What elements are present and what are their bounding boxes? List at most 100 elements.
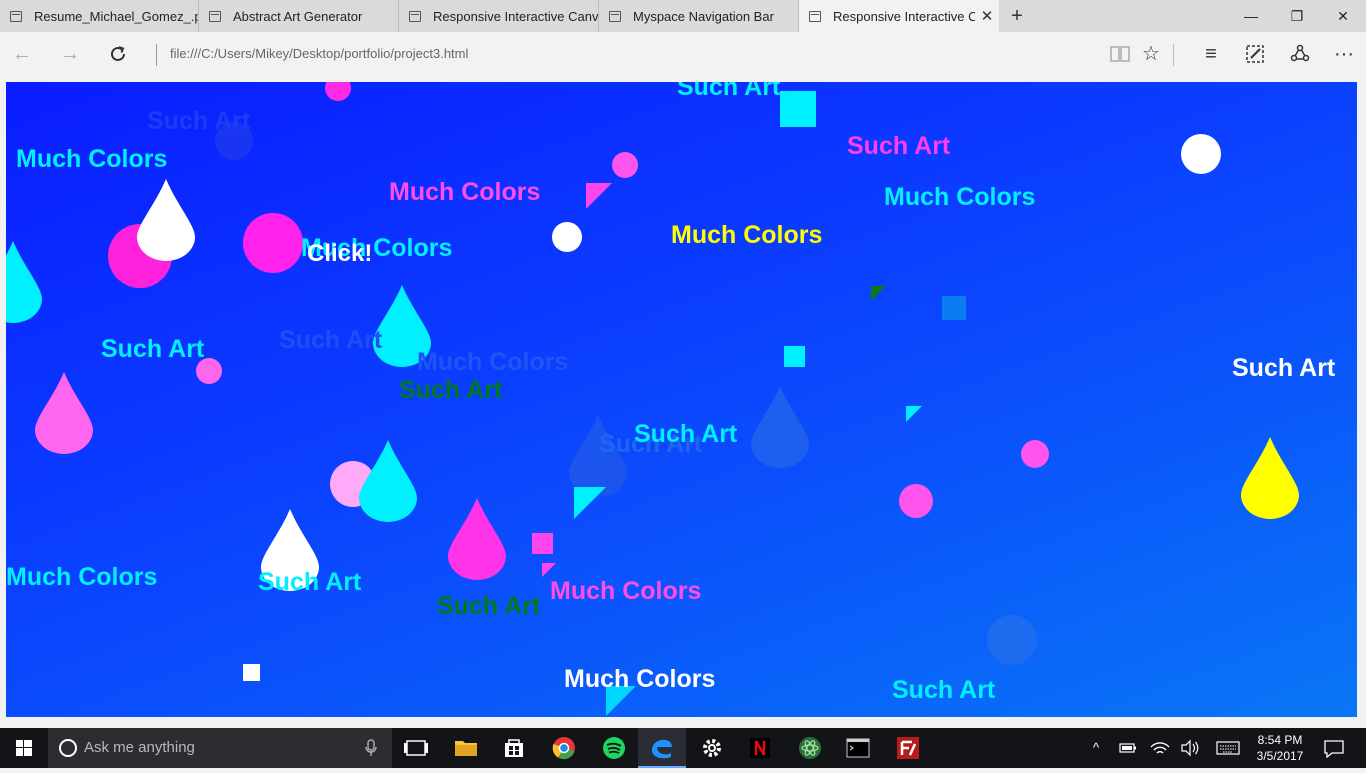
tab-myspace-nav[interactable]: Myspace Navigation Bar xyxy=(599,0,799,32)
task-view-icon[interactable] xyxy=(392,728,440,768)
circle-shape xyxy=(1021,440,1049,468)
microphone-icon[interactable] xyxy=(364,739,378,757)
triangle-shape xyxy=(574,487,606,519)
canvas-text: Such Art xyxy=(279,326,383,354)
edge-icon[interactable] xyxy=(638,728,686,768)
triangle-shape xyxy=(906,406,922,422)
show-hidden-icons-icon[interactable]: ^ xyxy=(1084,728,1108,768)
square-shape xyxy=(784,346,805,367)
start-button[interactable] xyxy=(0,728,48,768)
square-shape xyxy=(532,533,553,554)
tab-label: Responsive Interactive C xyxy=(833,8,975,24)
new-tab-button[interactable]: + xyxy=(1004,0,1030,32)
close-tab-icon[interactable]: ✕ xyxy=(975,7,999,25)
keyboard-icon[interactable] xyxy=(1212,728,1244,768)
favorite-star-icon[interactable]: ☆ xyxy=(1131,32,1171,76)
divider xyxy=(156,44,157,66)
canvas-text: Such Art xyxy=(399,376,503,404)
circle-shape xyxy=(899,484,933,518)
clock-date: 3/5/2017 xyxy=(1256,749,1304,763)
canvas-text: Such Art xyxy=(847,132,951,160)
search-placeholder: Ask me anything xyxy=(84,739,195,756)
share-icon[interactable] xyxy=(1280,32,1320,76)
file-explorer-icon[interactable] xyxy=(442,728,490,768)
more-options-icon[interactable]: ··· xyxy=(1324,32,1364,76)
clock[interactable]: 8:54 PM 3/5/2017 xyxy=(1248,732,1312,764)
filezilla-icon[interactable] xyxy=(884,728,932,768)
forward-icon[interactable]: → xyxy=(50,32,90,76)
canvas-text: Such Art xyxy=(634,420,738,448)
store-icon[interactable] xyxy=(490,728,538,768)
cortana-icon xyxy=(59,739,77,757)
settings-gear-icon[interactable] xyxy=(688,728,736,768)
clock-time: 8:54 PM xyxy=(1257,733,1303,747)
triangle-shape xyxy=(586,183,612,209)
square-shape xyxy=(942,296,966,320)
restore-button[interactable]: ❐ xyxy=(1274,0,1320,32)
chrome-icon[interactable] xyxy=(540,728,588,768)
canvas-text: Much Colors xyxy=(550,577,702,605)
click-label[interactable]: Click! xyxy=(307,242,372,266)
canvas-text: Such Art xyxy=(101,335,205,363)
art-canvas[interactable]: Such Art Such Art Much Colors Such Art M… xyxy=(6,82,1357,717)
canvas-text: Much Colors xyxy=(16,145,168,173)
triangle-shape xyxy=(542,563,556,577)
raindrop-shape xyxy=(448,498,506,580)
minimize-button[interactable]: — xyxy=(1228,0,1274,32)
raindrop-shape xyxy=(137,179,195,261)
canvas-text: Much Colors xyxy=(389,178,541,206)
close-window-button[interactable]: ✕ xyxy=(1320,0,1366,32)
tab-abstract-art[interactable]: Abstract Art Generator xyxy=(199,0,399,32)
canvas-text: Such Art xyxy=(892,676,996,704)
tab-label: Resume_Michael_Gomez_.p xyxy=(34,8,198,24)
battery-icon[interactable] xyxy=(1114,728,1142,768)
square-shape xyxy=(243,664,260,681)
page-icon xyxy=(209,10,221,22)
tab-resume[interactable]: Resume_Michael_Gomez_.p xyxy=(0,0,199,32)
circle-shape xyxy=(243,213,303,273)
canvas-text: Much Colors xyxy=(564,665,716,693)
search-box[interactable]: Ask me anything xyxy=(48,728,392,768)
circle-shape xyxy=(552,222,582,252)
tab-label: Abstract Art Generator xyxy=(233,8,363,24)
page-icon xyxy=(809,10,821,22)
canvas-text: Such Art xyxy=(258,568,362,596)
canvas-text: Much Colors xyxy=(671,221,823,249)
tab-responsive-canvas[interactable]: Responsive Interactive Canv xyxy=(399,0,599,32)
tab-strip: Resume_Michael_Gomez_.p Abstract Art Gen… xyxy=(0,0,1366,32)
raindrop-shape xyxy=(359,440,417,522)
circle-shape xyxy=(612,152,638,178)
canvas-text: Such Art xyxy=(147,107,251,135)
volume-icon[interactable] xyxy=(1176,728,1204,768)
tab-label: Responsive Interactive Canv xyxy=(433,8,598,24)
hub-icon[interactable]: ≡ xyxy=(1191,32,1231,76)
canvas-text: Much Colors xyxy=(6,563,158,591)
web-note-icon[interactable] xyxy=(1235,32,1275,76)
address-toolbar: ← → file:///C:/Users/Mikey/Desktop/portf… xyxy=(0,32,1366,76)
netflix-icon[interactable] xyxy=(736,728,784,768)
refresh-icon[interactable] xyxy=(98,32,138,76)
address-field[interactable]: file:///C:/Users/Mikey/Desktop/portfolio… xyxy=(170,32,468,76)
circle-shape xyxy=(987,615,1037,665)
raindrop-shape xyxy=(751,386,809,468)
raindrop-shape xyxy=(1241,437,1299,519)
page-icon xyxy=(409,10,421,22)
triangle-shape xyxy=(871,286,886,301)
canvas-text: Such Art xyxy=(677,82,781,101)
canvas-text: Such Art xyxy=(1232,354,1336,382)
canvas-text: Much Colors xyxy=(417,348,569,376)
spotify-icon[interactable] xyxy=(590,728,638,768)
raindrop-shape xyxy=(35,372,93,454)
taskbar: Ask me anything ^ 8:54 PM 3/5/2017 xyxy=(0,728,1366,768)
wifi-icon[interactable] xyxy=(1146,728,1174,768)
action-center-icon[interactable] xyxy=(1318,728,1350,768)
canvas-text: Much Colors xyxy=(884,183,1036,211)
page-icon xyxy=(609,10,621,22)
canvas-text: Such Art xyxy=(437,592,541,620)
back-icon[interactable]: ← xyxy=(2,32,42,76)
atom-editor-icon[interactable] xyxy=(786,728,834,768)
command-prompt-icon[interactable] xyxy=(834,728,882,768)
tab-label: Myspace Navigation Bar xyxy=(633,8,774,24)
circle-shape xyxy=(325,82,351,101)
tab-active[interactable]: Responsive Interactive C ✕ xyxy=(799,0,999,32)
